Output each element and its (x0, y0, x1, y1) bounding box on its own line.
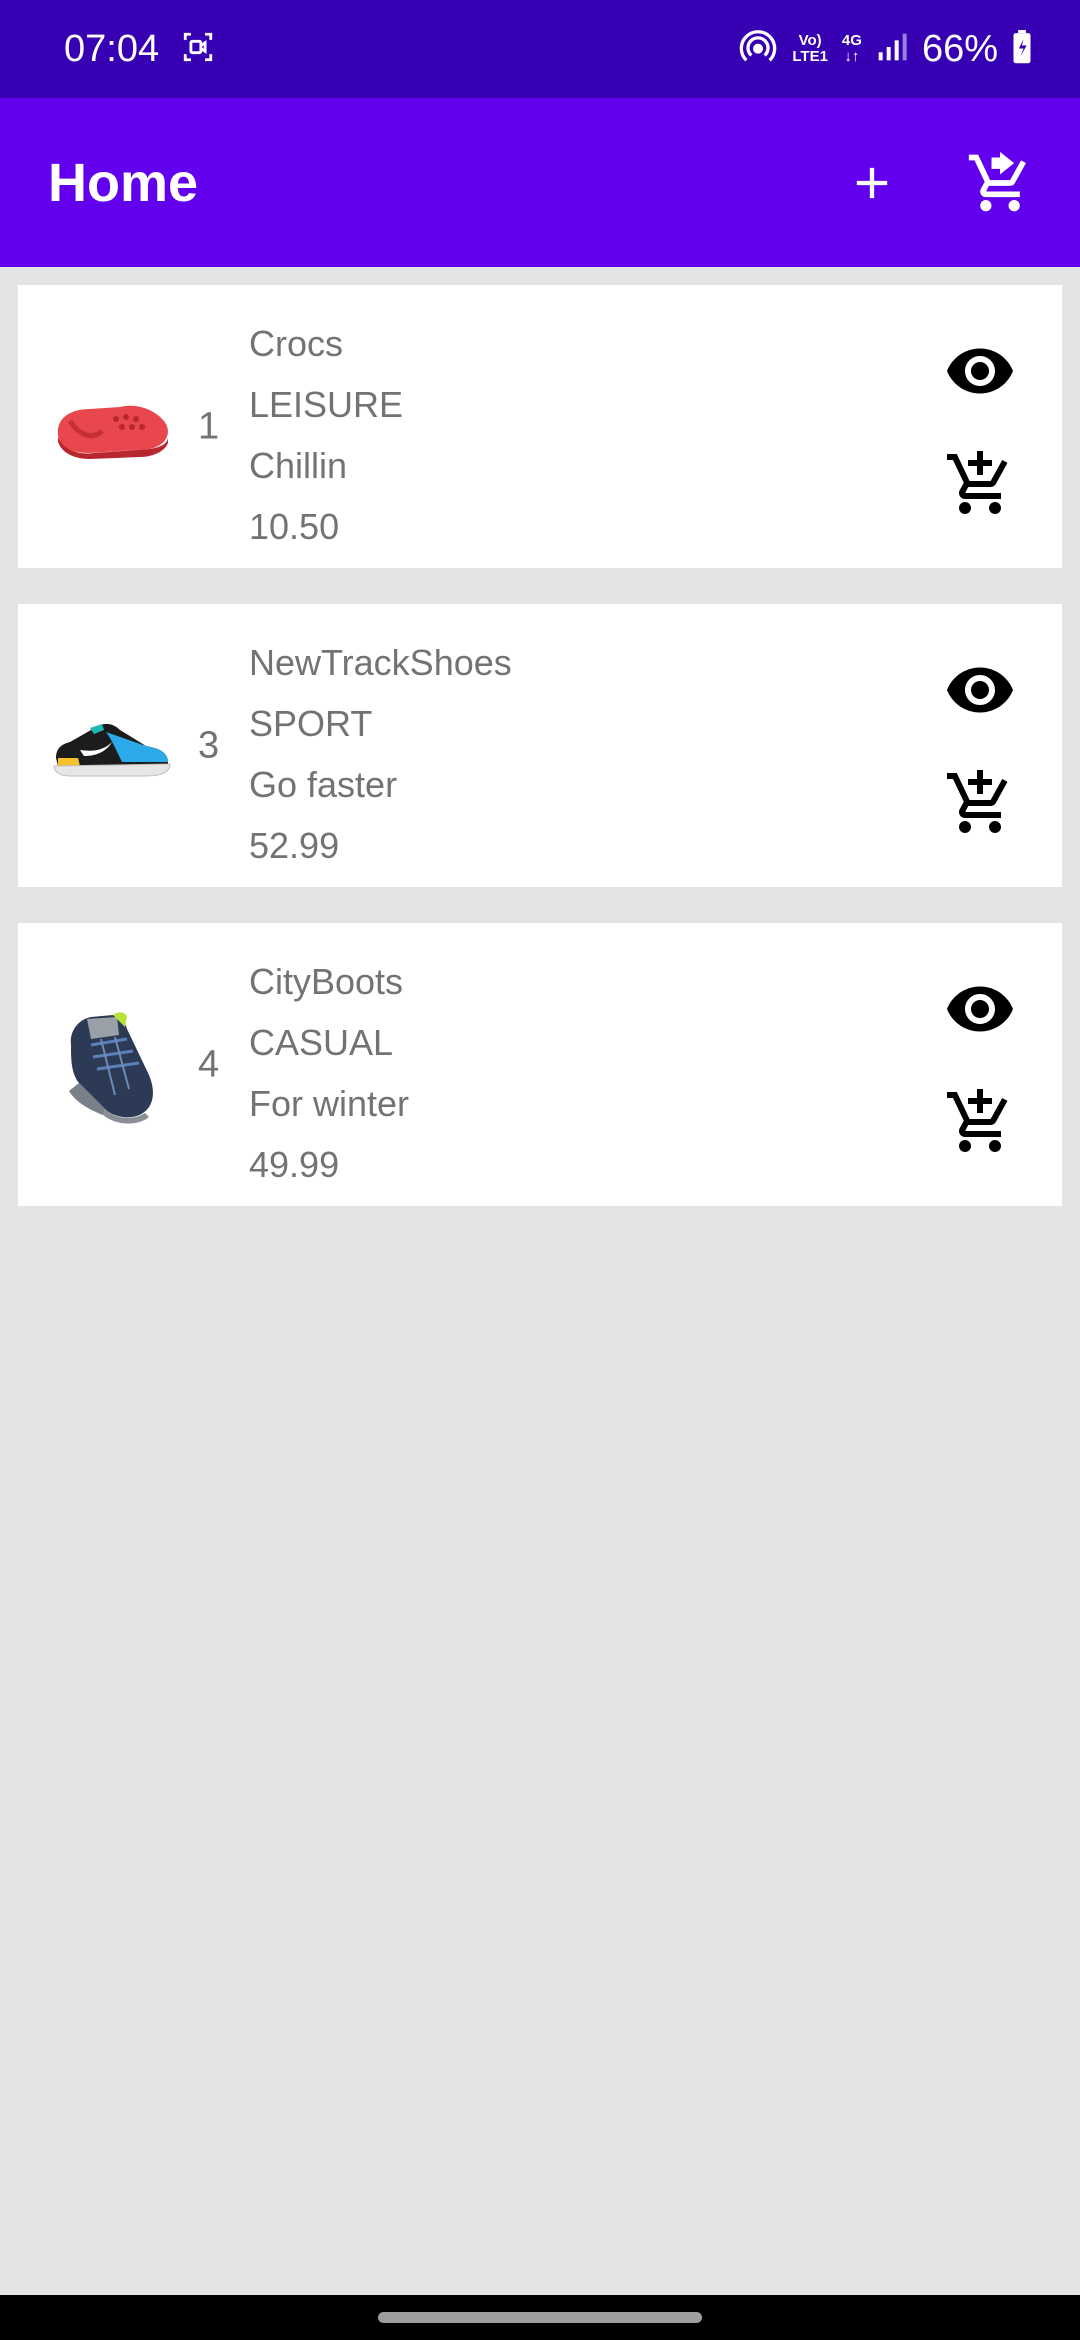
status-bar: 07:04 Vo) LTE1 4G ↓↑ 66% (0, 0, 1080, 98)
product-name: CityBoots (249, 961, 404, 1002)
grey-kids-shoe-image (69, 1011, 153, 1124)
red-clog-shoe-image (57, 405, 168, 459)
battery-percent: 66% (921, 27, 998, 70)
view-product-button[interactable] (944, 973, 1016, 1050)
network-type-label: 4G (841, 32, 862, 49)
app-bar-actions (832, 143, 1040, 223)
status-left: 07:04 (64, 28, 215, 71)
view-product-button[interactable] (944, 654, 1016, 731)
add-to-cart-button[interactable] (944, 767, 1016, 844)
product-price: 49.99 (249, 1144, 340, 1185)
eye-icon (947, 986, 1013, 1032)
card-actions (930, 335, 1030, 525)
cart-button[interactable] (960, 143, 1040, 223)
product-category: LEISURE (249, 384, 404, 425)
product-price: 10.50 (249, 506, 340, 547)
product-card[interactable]: 3 NewTrackShoes SPORT Go faster 52.99 (18, 604, 1062, 887)
add-to-cart-button[interactable] (944, 1086, 1016, 1163)
product-image (42, 362, 182, 492)
product-description: Chillin (249, 445, 348, 486)
add-to-cart-button[interactable] (944, 448, 1016, 525)
add-shopping-cart-icon (947, 451, 1008, 514)
volte-bottom: LTE1 (792, 48, 828, 65)
add-shopping-cart-icon (947, 770, 1008, 833)
product-card[interactable]: 4 CityBoots CASUAL For winter 49.99 (18, 923, 1062, 1206)
product-card[interactable]: 1 Crocs LEISURE Chillin 10.50 (18, 285, 1062, 568)
product-image (42, 681, 182, 811)
product-price: 52.99 (249, 825, 340, 866)
card-actions (930, 973, 1030, 1163)
blue-sneaker-image (53, 723, 171, 776)
product-description: Go faster (249, 764, 398, 805)
app-bar: Home (0, 98, 1080, 267)
hotspot-icon (738, 27, 778, 72)
system-nav-bar (0, 2295, 1080, 2340)
card-actions (930, 654, 1030, 844)
volte-top: Vo) (798, 32, 822, 49)
cart-checkout-icon (968, 151, 1026, 211)
product-category: SPORT (249, 703, 373, 744)
product-details: CityBoots CASUAL For winter 49.99 (249, 951, 409, 1195)
status-right: Vo) LTE1 4G ↓↑ 66% (738, 27, 1032, 72)
product-category: CASUAL (249, 1022, 394, 1063)
product-name: NewTrackShoes (249, 642, 512, 683)
battery-charging-icon (1012, 29, 1032, 69)
network-type: 4G ↓↑ (842, 33, 862, 65)
product-details: NewTrackShoes SPORT Go faster 52.99 (249, 632, 512, 876)
eye-icon (947, 348, 1013, 394)
product-description: For winter (249, 1083, 410, 1124)
product-id: 3 (198, 724, 220, 766)
signal-icon (876, 31, 908, 68)
add-shopping-cart-icon (947, 1089, 1008, 1152)
volte-label: Vo) LTE1 (792, 33, 828, 65)
product-name: Crocs (249, 323, 344, 364)
eye-icon (947, 667, 1013, 713)
screen-record-icon (181, 30, 215, 69)
product-image (42, 1000, 182, 1130)
product-id: 4 (198, 1043, 220, 1085)
home-gesture-handle[interactable] (378, 2312, 702, 2323)
add-icon (856, 167, 888, 198)
product-list: 1 Crocs LEISURE Chillin 10.50 3 NewTrack… (18, 285, 1062, 1242)
data-arrows-icon: ↓↑ (844, 48, 860, 65)
page-title: Home (48, 152, 199, 213)
add-product-button[interactable] (832, 143, 912, 223)
product-id: 1 (198, 405, 220, 447)
view-product-button[interactable] (944, 335, 1016, 412)
status-time: 07:04 (64, 27, 160, 70)
product-details: Crocs LEISURE Chillin 10.50 (249, 313, 403, 557)
